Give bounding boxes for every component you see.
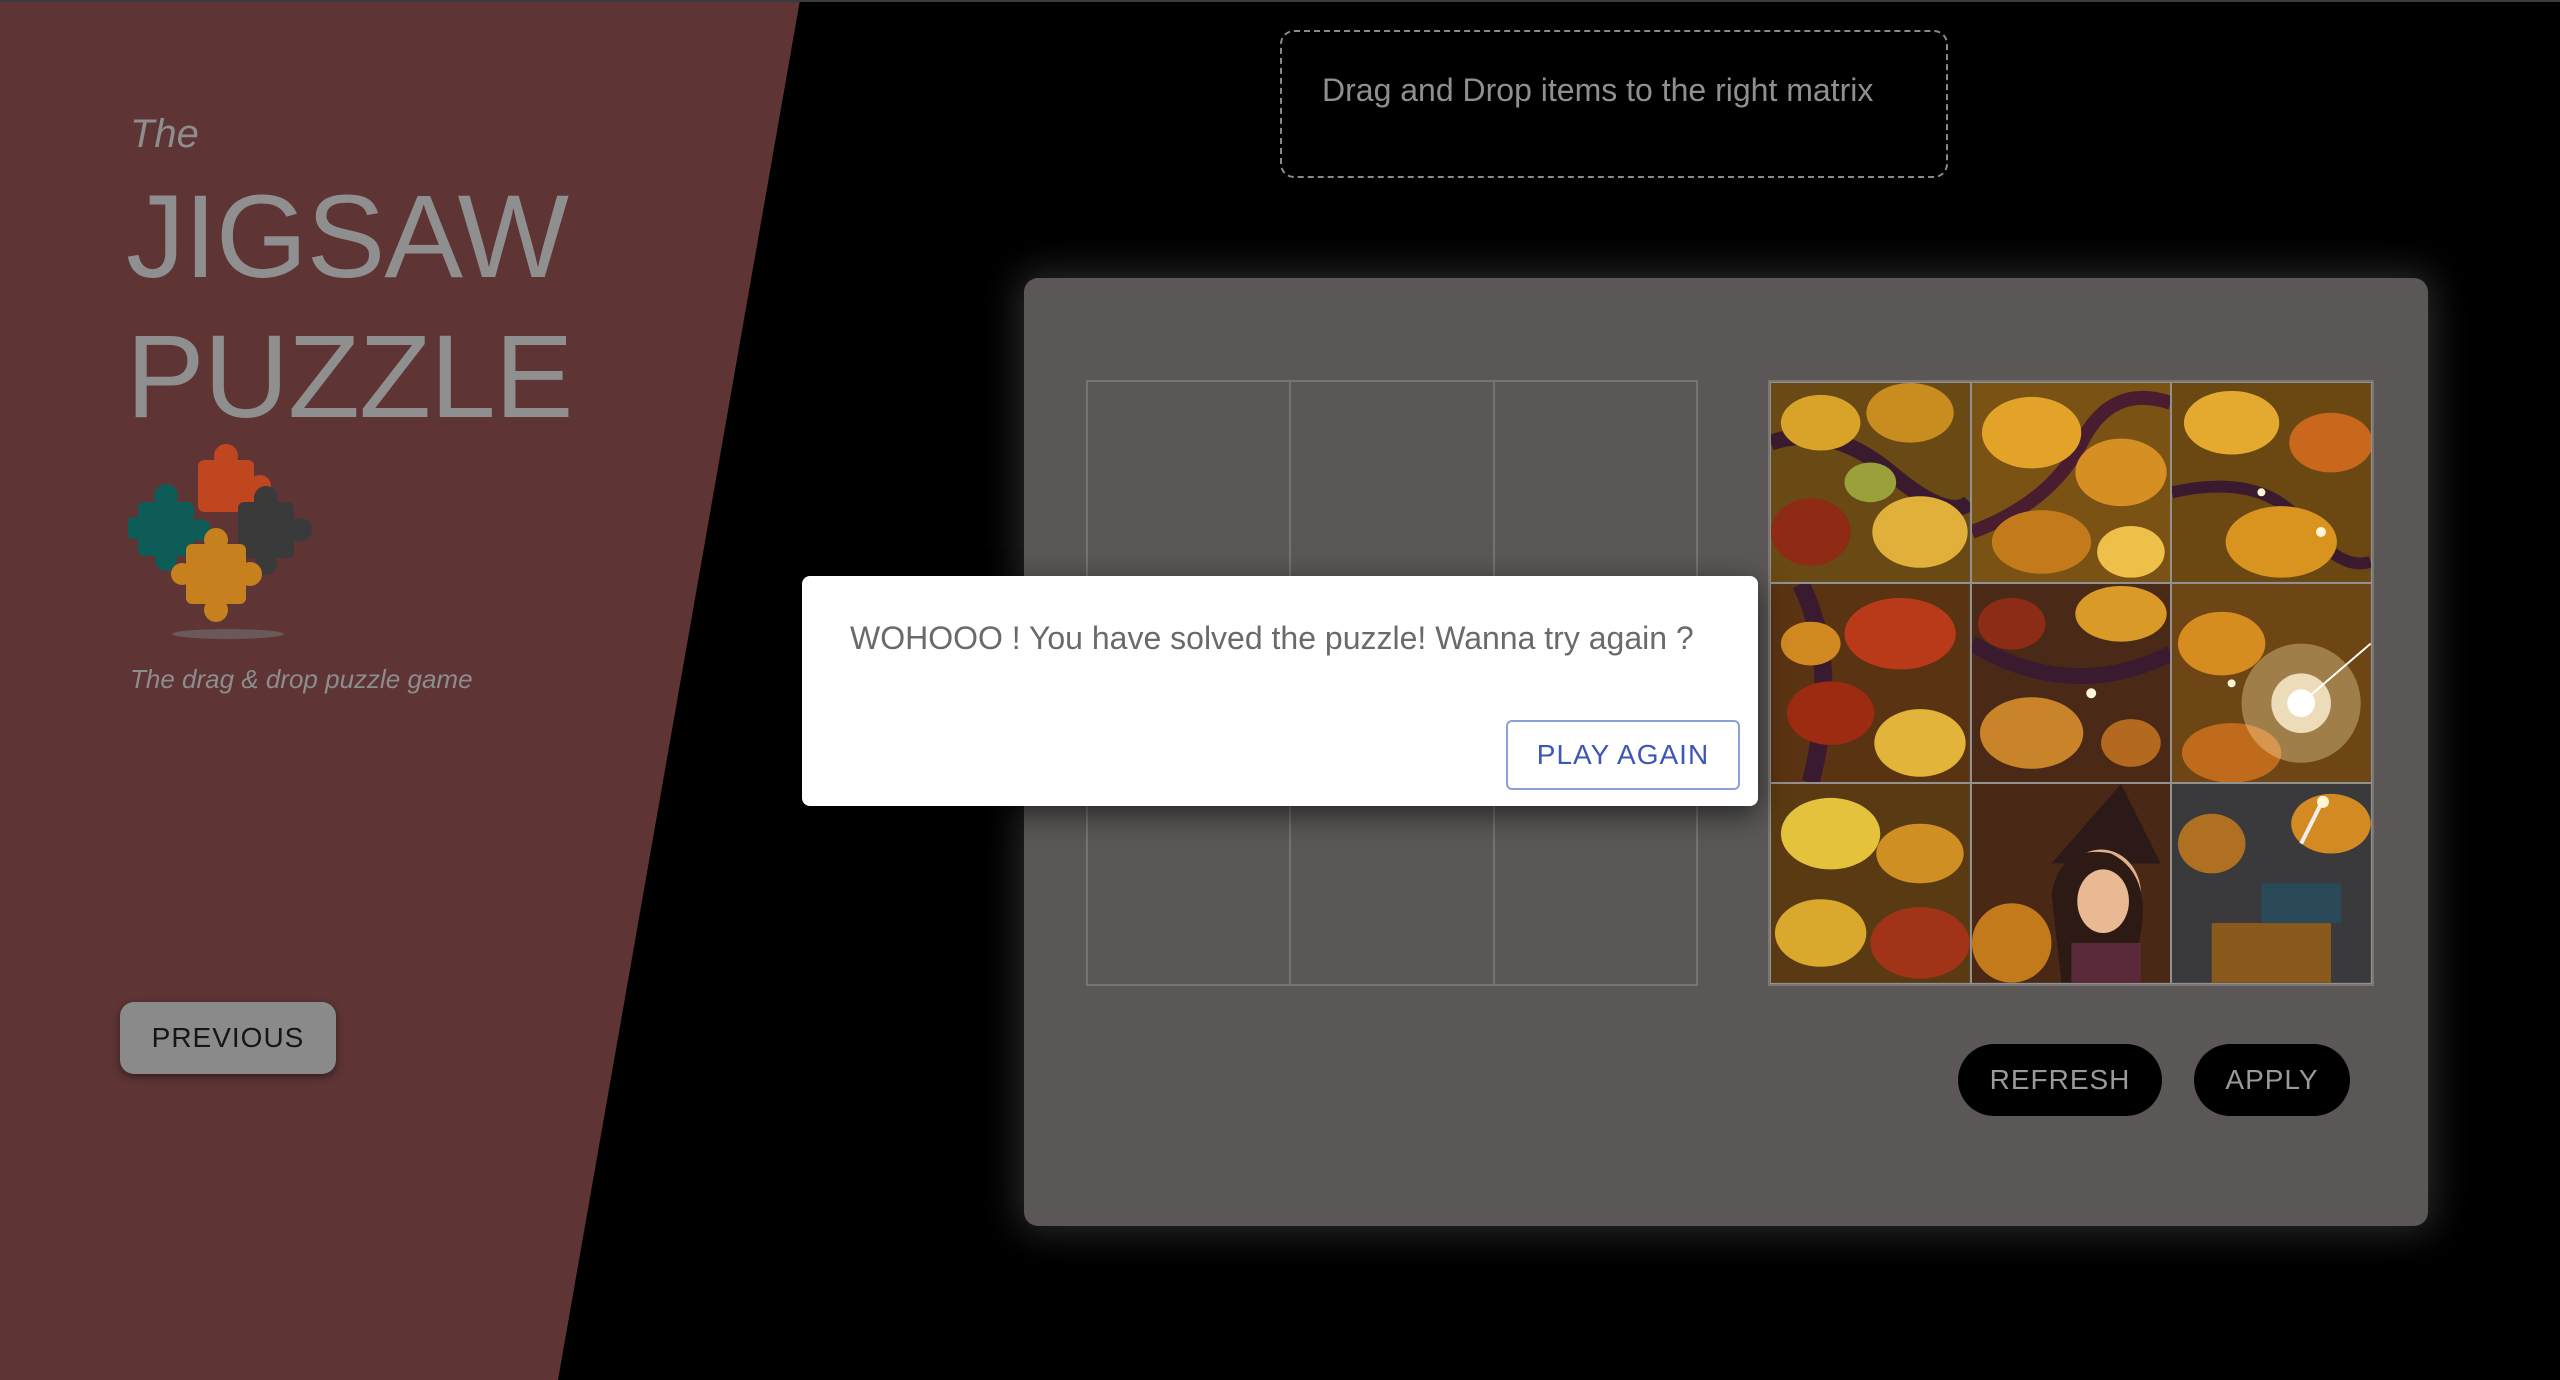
instructions-box: Drag and Drop items to the right matrix <box>1280 30 1948 178</box>
apply-button[interactable]: APPLY <box>2194 1044 2350 1116</box>
puzzle-piece[interactable] <box>1970 382 2172 583</box>
puzzle-piece[interactable] <box>1970 582 2172 784</box>
puzzle-piece[interactable] <box>1770 783 1971 984</box>
dialog-message: WOHOOO ! You have solved the puzzle! Wan… <box>850 620 1694 656</box>
drop-cell[interactable] <box>1493 381 1697 583</box>
success-dialog: WOHOOO ! You have solved the puzzle! Wan… <box>802 576 1758 806</box>
puzzle-piece[interactable] <box>1770 582 1971 784</box>
drop-cell[interactable] <box>1087 783 1291 985</box>
drop-cell[interactable] <box>1087 381 1291 583</box>
jigsaw-pieces-logo-icon <box>128 444 312 639</box>
solved-image-matrix <box>1768 380 2374 986</box>
drop-cell[interactable] <box>1493 783 1697 985</box>
puzzle-piece[interactable] <box>2171 582 2372 784</box>
puzzle-piece[interactable] <box>2171 382 2372 583</box>
previous-button[interactable]: PREVIOUS <box>120 1002 336 1074</box>
puzzle-piece[interactable] <box>1770 382 1971 583</box>
play-again-button[interactable]: PLAY AGAIN <box>1506 720 1740 790</box>
title-line-jigsaw: JIGSAW <box>126 171 569 303</box>
instructions-text: Drag and Drop items to the right matrix <box>1322 72 1874 108</box>
drop-cell[interactable] <box>1290 783 1494 985</box>
tagline: The drag & drop puzzle game <box>130 664 473 694</box>
top-divider <box>0 0 2560 2</box>
puzzle-piece[interactable] <box>1970 783 2172 984</box>
puzzle-piece[interactable] <box>2171 783 2372 984</box>
drop-cell[interactable] <box>1290 381 1494 583</box>
refresh-button[interactable]: REFRESH <box>1958 1044 2162 1116</box>
title-line-puzzle: PUZZLE <box>126 311 573 443</box>
title-prefix: The <box>130 112 199 156</box>
